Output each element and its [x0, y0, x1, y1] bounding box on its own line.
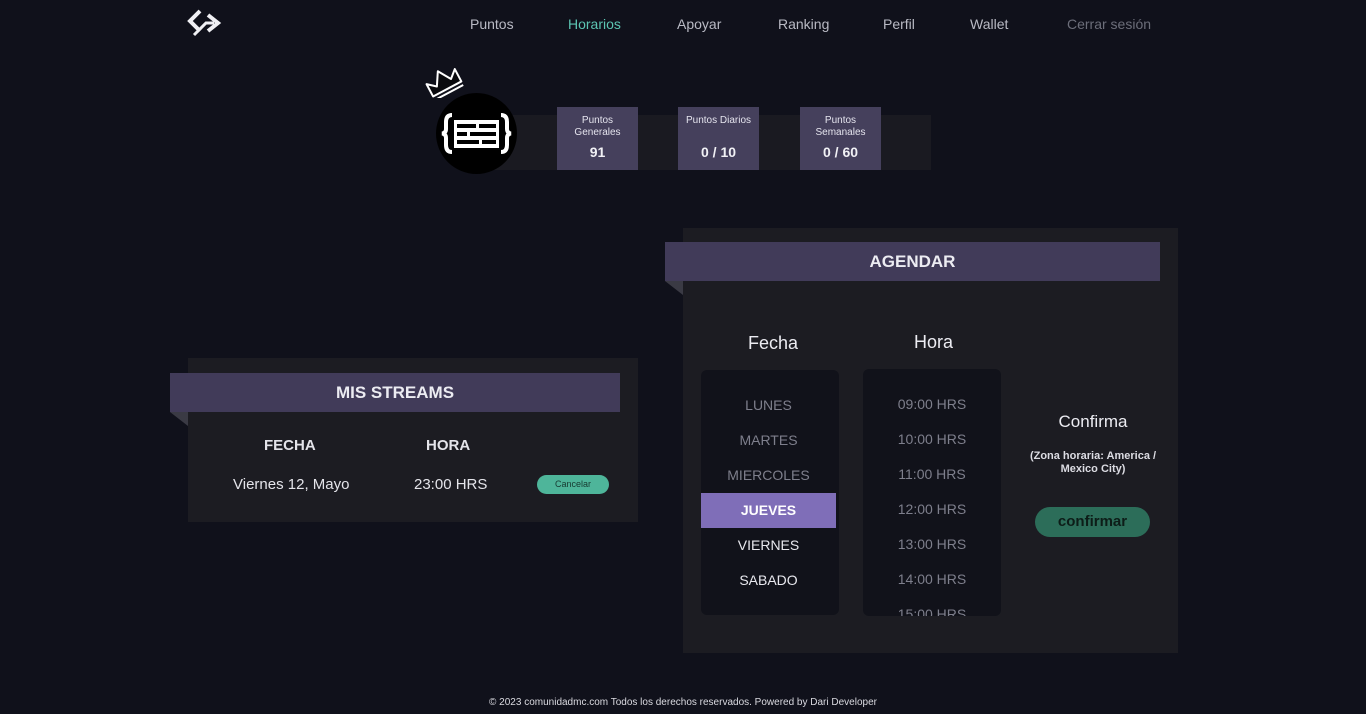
day-option[interactable]: LUNES	[701, 388, 836, 423]
nav-logout[interactable]: Cerrar sesión	[1067, 16, 1151, 32]
nav-perfil[interactable]: Perfil	[883, 16, 915, 32]
day-option[interactable]: MARTES	[701, 423, 836, 458]
points-general-card: Puntos Generales 91	[557, 107, 638, 170]
nav-puntos[interactable]: Puntos	[470, 16, 514, 32]
day-option[interactable]: MIERCOLES	[701, 458, 836, 493]
stream-time: 23:00 HRS	[414, 476, 488, 493]
points-general-value: 91	[589, 144, 606, 160]
hour-option[interactable]: 10:00 HRS	[863, 422, 1001, 457]
footer-text: © 2023 comunidadmc.com Todos los derecho…	[489, 697, 877, 708]
date-picker-label: Fecha	[748, 333, 799, 353]
day-option[interactable]: SABADO	[701, 563, 836, 598]
hour-option[interactable]: 12:00 HRS	[863, 492, 1001, 527]
main-nav: Puntos Horarios Apoyar Ranking Perfil Wa…	[0, 16, 1366, 36]
confirm-button[interactable]: confirmar	[1035, 507, 1150, 537]
points-weekly-label: Puntos Semanales	[815, 115, 866, 138]
confirm-title: Confirma	[1058, 412, 1128, 431]
points-daily-value: 0 / 10	[700, 144, 737, 160]
points-general-label: Puntos Generales	[574, 115, 621, 138]
col-head-date: FECHA	[264, 437, 316, 454]
points-daily-card: Puntos Diarios 0 / 10	[678, 107, 759, 170]
header-fold	[665, 281, 683, 295]
stream-date: Viernes 12, Mayo	[233, 476, 350, 493]
time-picker-label: Hora	[914, 332, 954, 352]
hour-option[interactable]: 09:00 HRS	[863, 387, 1001, 422]
points-daily-label: Puntos Diarios	[685, 115, 752, 126]
hour-option[interactable]: 11:00 HRS	[863, 457, 1001, 492]
my-streams-title: MIS STREAMS	[170, 373, 620, 412]
col-head-time: HORA	[426, 437, 471, 454]
schedule-title: AGENDAR	[665, 242, 1160, 281]
hour-picker[interactable]: 09:00 HRS 10:00 HRS 11:00 HRS 12:00 HRS …	[863, 369, 1001, 616]
timezone-note: (Zona horaria: America / Mexico City)	[1029, 450, 1157, 475]
nav-horarios[interactable]: Horarios	[568, 16, 621, 32]
day-picker[interactable]: LUNES MARTES MIERCOLES JUEVES VIERNES SA…	[701, 370, 839, 615]
points-weekly-value: 0 / 60	[822, 144, 859, 160]
header-fold	[170, 412, 188, 426]
cancel-stream-button[interactable]: Cancelar	[537, 475, 609, 494]
nav-apoyar[interactable]: Apoyar	[677, 16, 721, 32]
hour-option[interactable]: 13:00 HRS	[863, 527, 1001, 562]
day-option[interactable]: VIERNES	[701, 528, 836, 563]
hour-option[interactable]: 15:00 HRS	[863, 597, 1001, 616]
avatar[interactable]	[436, 93, 517, 174]
nav-ranking[interactable]: Ranking	[778, 16, 829, 32]
points-weekly-card: Puntos Semanales 0 / 60	[800, 107, 881, 170]
hour-option[interactable]: 14:00 HRS	[863, 562, 1001, 597]
code-braces-icon	[441, 113, 512, 154]
nav-wallet[interactable]: Wallet	[970, 16, 1008, 32]
day-option-selected[interactable]: JUEVES	[701, 493, 836, 528]
